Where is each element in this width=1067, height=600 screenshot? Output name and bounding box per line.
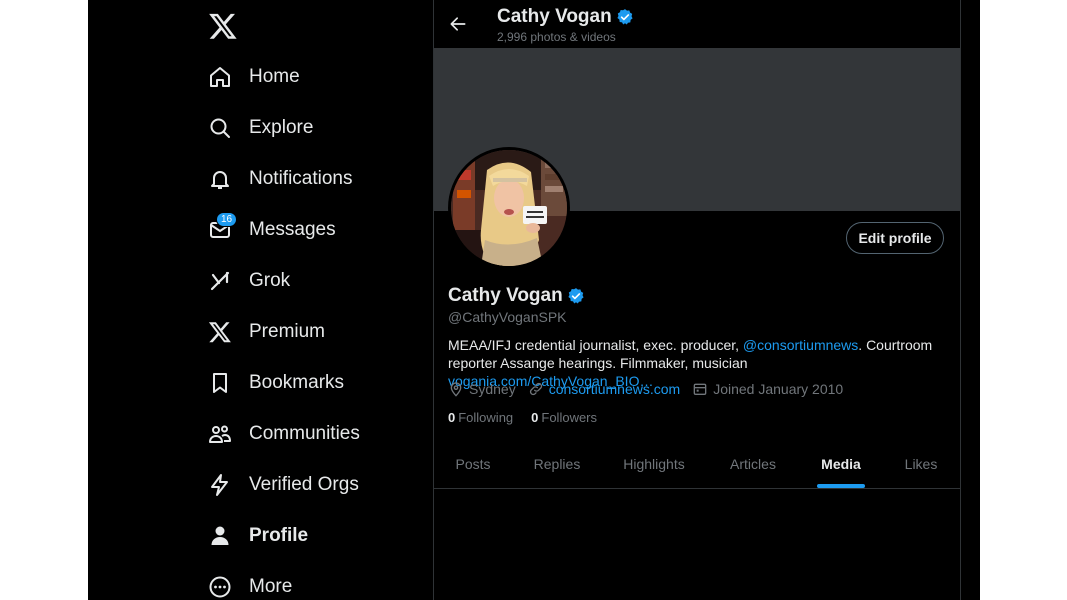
people-icon [206,420,234,448]
person-icon [206,522,234,550]
home-icon [206,63,234,91]
lightning-icon [206,471,234,499]
grok-icon [206,267,234,295]
sidebar-item-grok[interactable]: Grok [206,261,426,301]
location-pin-icon [450,382,462,397]
mail-icon: 16 [206,212,238,244]
sidebar-item-notifications[interactable]: Notifications [206,159,426,199]
sidebar-item-label: Premium [249,321,326,342]
sidebar-item-label: Explore [249,117,314,138]
tab-media[interactable]: Media [800,440,882,488]
sidebar-item-label: Messages [249,219,336,240]
tab-articles[interactable]: Articles [706,440,800,488]
following-label: Following [458,410,514,425]
sidebar-item-more[interactable]: More [206,567,426,600]
bell-icon [206,165,234,193]
sidebar-item-label: Notifications [249,168,353,189]
profile-header-bar: Cathy Vogan 2,996 photos & videos [434,0,960,48]
following-link[interactable]: 0 Following [448,410,513,425]
x-logo-icon[interactable] [208,11,238,41]
sidebar-item-explore[interactable]: Explore [206,108,426,148]
sidebar-item-label: Profile [249,525,309,546]
sidebar-item-messages[interactable]: 16 Messages [206,210,426,250]
profile-stats: 0 Following 0 Followers [448,410,615,425]
x-logo-icon [206,318,234,346]
edit-profile-button[interactable]: Edit profile [846,222,944,254]
sidebar-item-label: Home [249,66,300,87]
header-name: Cathy Vogan [497,6,612,27]
sidebar-item-label: Bookmarks [249,372,345,393]
tab-posts[interactable]: Posts [434,440,512,488]
followers-count: 0 [531,410,539,425]
sidebar-item-label: Verified Orgs [249,474,359,495]
sidebar-item-profile[interactable]: Profile [206,516,426,556]
verified-badge-icon[interactable] [567,287,585,305]
sidebar-item-bookmarks[interactable]: Bookmarks [206,363,426,403]
sidebar-item-home[interactable]: Home [206,57,426,97]
tab-replies[interactable]: Replies [512,440,602,488]
tab-likes[interactable]: Likes [882,440,960,488]
arrow-left-icon [450,17,466,31]
profile-joined: Joined January 2010 [692,381,843,397]
sidebar-item-label: More [249,576,293,597]
back-button[interactable] [446,12,470,36]
tab-highlights[interactable]: Highlights [602,440,706,488]
header-post-count: 2,996 photos & videos [497,30,616,44]
app-window: Home Explore Notifications 16 Messages G… [88,0,980,600]
bio-mention-link[interactable]: @consortiumnews [743,337,858,353]
followers-label: Followers [541,410,598,425]
profile-website: consortiumnews.com [528,381,681,397]
more-icon [206,573,234,600]
followers-link[interactable]: 0 Followers [531,410,597,425]
joined-text: Joined January 2010 [713,381,844,397]
search-icon [206,114,234,142]
sidebar-item-label: Grok [249,270,291,291]
bookmark-icon [206,369,234,397]
sidebar-item-communities[interactable]: Communities [206,414,426,454]
following-count: 0 [448,410,456,425]
link-icon [529,382,542,396]
sidebar-item-label: Communities [249,423,360,444]
sidebar-item-verified-orgs[interactable]: Verified Orgs [206,465,426,505]
location-text: Sydney [469,381,516,397]
sidebar-item-premium[interactable]: Premium [206,312,426,352]
bio-text: MEAA/IFJ credential journalist, exec. pr… [448,337,743,353]
profile-name: Cathy Vogan [448,285,585,307]
avatar-photo [451,150,567,266]
sidebar-nav: Home Explore Notifications 16 Messages G… [88,0,433,600]
profile-main-column: Cathy Vogan 2,996 photos & videos Edit p… [433,0,961,600]
messages-unread-badge: 16 [216,212,238,227]
profile-handle: @CathyVoganSPK [448,309,567,325]
profile-display-name: Cathy Vogan [448,285,563,306]
profile-location: Sydney [448,381,516,397]
verified-badge-icon [616,8,634,26]
profile-tabs: Posts Replies Highlights Articles Media … [434,440,960,489]
profile-meta: Sydney consortiumnews.com Joined January… [448,381,855,397]
website-link[interactable]: consortiumnews.com [549,381,681,397]
header-title: Cathy Vogan [497,6,634,28]
calendar-icon [693,383,707,395]
avatar[interactable] [448,147,570,269]
